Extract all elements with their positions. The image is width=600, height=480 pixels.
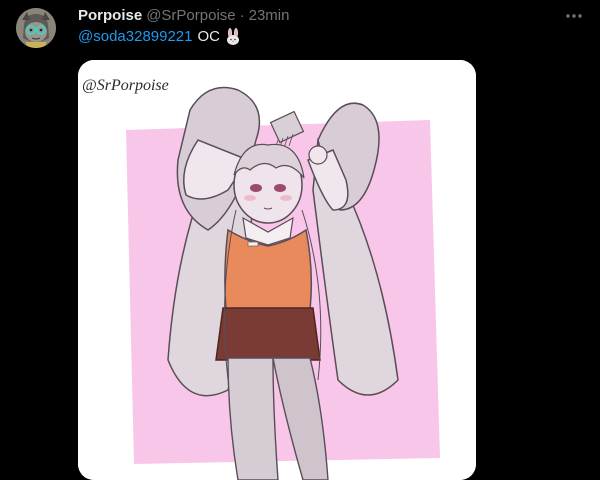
- artist-signature: @SrPorpoise: [82, 77, 169, 94]
- tweet-timestamp[interactable]: 23min: [249, 6, 290, 26]
- more-horizontal-icon: [566, 14, 582, 18]
- tweet[interactable]: Porpoise @SrPorpoise · 23min @soda328992…: [0, 0, 600, 480]
- tweet-header: Porpoise @SrPorpoise · 23min: [78, 6, 289, 26]
- tweet-media-image[interactable]: @SrPorpoise: [78, 60, 476, 480]
- more-options-button[interactable]: [564, 6, 584, 26]
- separator-dot: ·: [239, 7, 245, 24]
- tweet-text: @soda32899221 OC: [78, 27, 242, 47]
- rabbit-face-emoji-icon: [224, 28, 242, 46]
- tweet-body-text: OC: [197, 28, 221, 45]
- author-handle[interactable]: @SrPorpoise: [146, 6, 235, 26]
- author-avatar[interactable]: [16, 8, 56, 48]
- avatar-image: [16, 8, 56, 48]
- author-display-name[interactable]: Porpoise: [78, 6, 142, 26]
- bunny-girl-illustration: @SrPorpoise: [78, 60, 476, 480]
- mention-link[interactable]: @soda32899221: [78, 27, 193, 47]
